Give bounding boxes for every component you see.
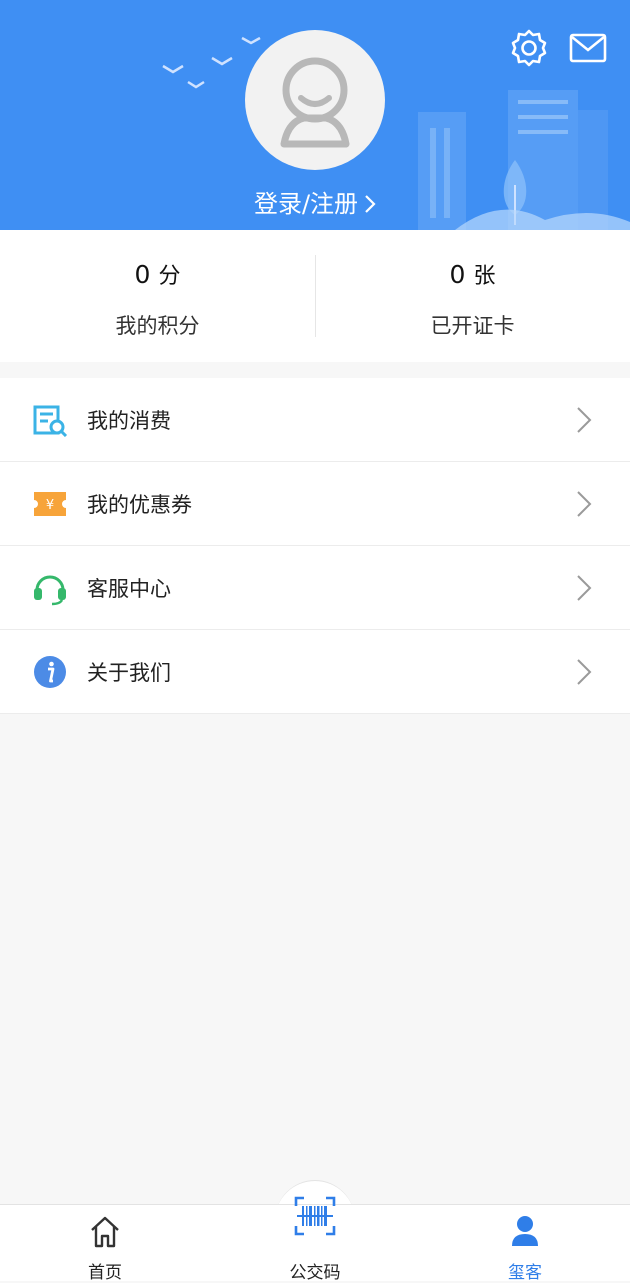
- tab-label: 首页: [88, 1263, 122, 1283]
- info-icon: [32, 654, 68, 690]
- stats-panel: 0分 我的积分 0张 已开证卡: [0, 230, 630, 362]
- points-unit: 分: [158, 264, 181, 289]
- chevron-right-icon: [576, 490, 592, 522]
- chevron-right-icon: [364, 192, 376, 220]
- receipt-icon: [32, 402, 68, 438]
- avatar[interactable]: [245, 30, 385, 170]
- chevron-right-icon: [576, 574, 592, 606]
- menu-item-coupons[interactable]: ¥ 我的优惠券: [0, 462, 630, 546]
- mail-icon[interactable]: [569, 33, 607, 67]
- menu-item-customer-service[interactable]: 客服中心: [0, 546, 630, 630]
- settings-icon[interactable]: [509, 28, 549, 72]
- coupon-icon: ¥: [32, 486, 68, 522]
- menu-item-consumption[interactable]: 我的消费: [0, 378, 630, 462]
- chevron-right-icon: [576, 658, 592, 690]
- tab-bus-code[interactable]: 公交码: [245, 1196, 385, 1283]
- login-register-link[interactable]: 登录/注册: [0, 184, 630, 220]
- tab-home[interactable]: 首页: [35, 1205, 175, 1283]
- menu-item-label: 我的优惠券: [87, 492, 192, 517]
- headset-icon: [32, 570, 68, 606]
- menu-item-label: 关于我们: [87, 660, 171, 685]
- profile-header: 登录/注册: [0, 0, 630, 230]
- tab-profile[interactable]: 玺客: [455, 1205, 595, 1283]
- cards-stat[interactable]: 0张 已开证卡: [315, 230, 630, 362]
- points-label: 我的积分: [115, 314, 200, 338]
- menu-item-about[interactable]: 关于我们: [0, 630, 630, 714]
- tab-label: 玺客: [508, 1263, 542, 1283]
- menu-item-label: 客服中心: [87, 576, 171, 601]
- tab-label: 公交码: [289, 1263, 341, 1283]
- svg-text:¥: ¥: [46, 498, 54, 513]
- cards-unit: 张: [473, 264, 496, 289]
- points-value: 0分: [0, 258, 315, 290]
- user-icon: [511, 1215, 539, 1251]
- cards-value: 0张: [315, 258, 630, 290]
- bottom-tab-bar: 首页 公交码 玺客: [0, 1196, 630, 1283]
- chevron-right-icon: [576, 406, 592, 438]
- cards-label: 已开证卡: [430, 314, 515, 338]
- cards-number: 0: [449, 260, 466, 289]
- menu-item-label: 我的消费: [87, 408, 171, 433]
- barcode-scan-icon: [293, 1194, 337, 1242]
- points-stat[interactable]: 0分 我的积分: [0, 230, 315, 362]
- default-avatar-icon: [280, 57, 350, 148]
- login-register-label: 登录/注册: [253, 190, 359, 218]
- home-icon: [89, 1215, 121, 1253]
- menu-list: 我的消费 ¥ 我的优惠券 客服中心 关于我们: [0, 378, 630, 714]
- points-number: 0: [134, 260, 151, 289]
